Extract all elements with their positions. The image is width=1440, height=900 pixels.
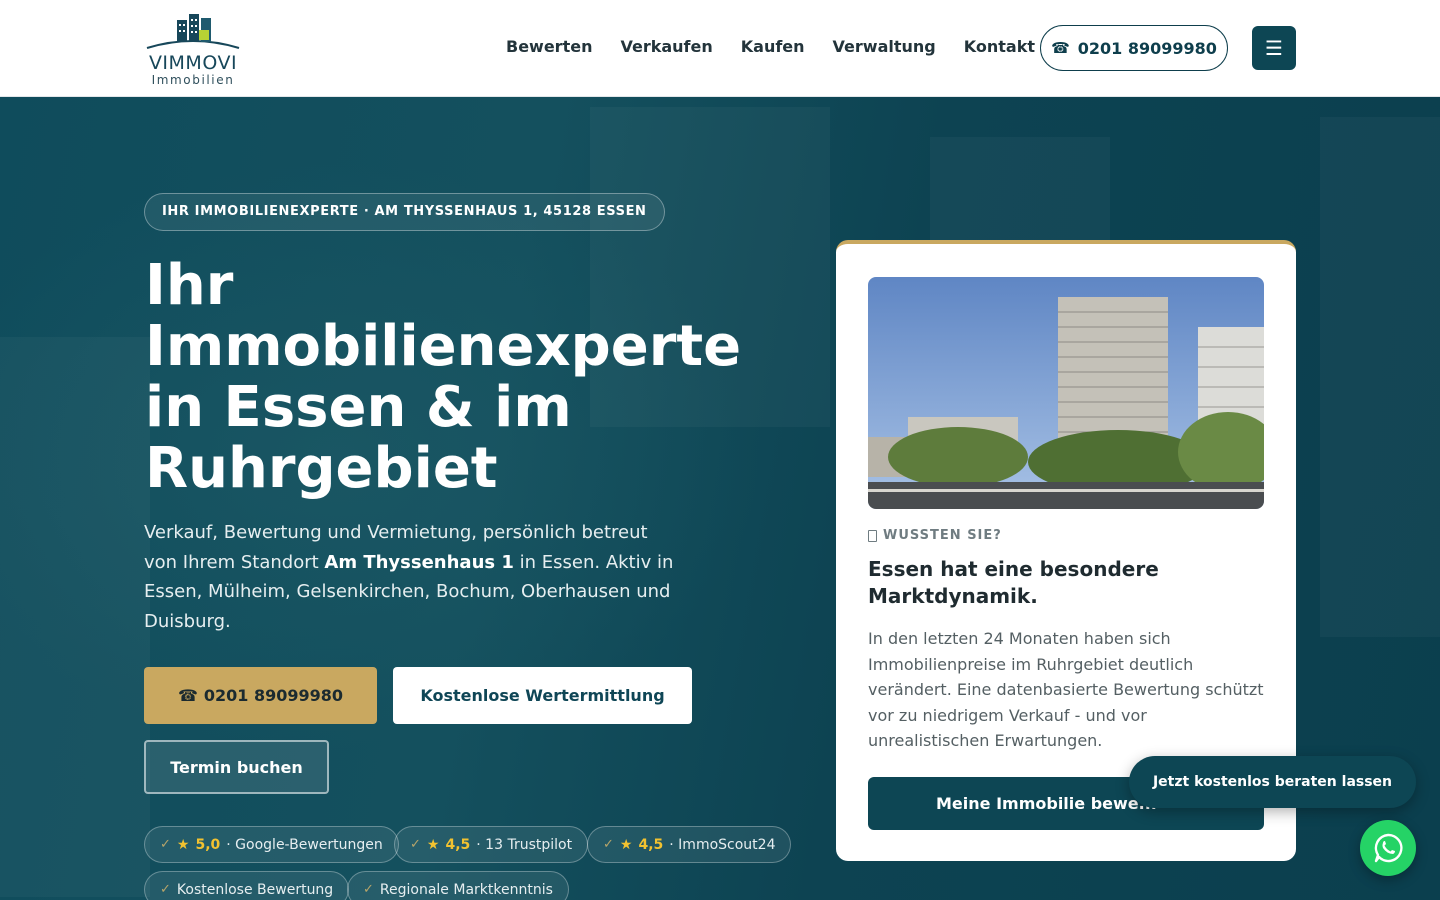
check-icon: ✓ <box>363 882 374 897</box>
background-building-shape <box>1320 117 1440 637</box>
feature-badge: ✓ Regionale Marktkenntnis <box>347 871 569 900</box>
site-header: VIMMOVI Immobilien Bewerten Verkaufen Ka… <box>0 0 1440 97</box>
main-nav: Bewerten Verkaufen Kaufen Verwaltung Kon… <box>506 36 1035 58</box>
nav-item-verkaufen[interactable]: Verkaufen <box>620 36 712 58</box>
card-title: Essen hat eine besondere Marktdynamik. <box>868 557 1159 608</box>
feature-label: Regionale Marktkenntnis <box>379 881 553 898</box>
phone-icon: ☎ <box>177 686 198 705</box>
free-valuation-button[interactable]: Kostenlose Wertermittlung <box>393 667 692 724</box>
logo[interactable]: VIMMOVI Immobilien <box>145 12 241 88</box>
rating-score: 4,5 <box>445 836 471 853</box>
check-icon: ✓ <box>410 837 421 852</box>
nav-item-kontakt[interactable]: Kontakt <box>964 36 1035 58</box>
background-building-shape <box>0 337 150 897</box>
whatsapp-icon <box>1374 833 1403 863</box>
location-badge: IHR IMMOBILIENEXPERTE · AM THYSSENHAUS 1… <box>144 193 665 231</box>
check-icon: ✓ <box>603 837 614 852</box>
nav-item-bewerten[interactable]: Bewerten <box>506 36 592 58</box>
building-logo-icon <box>146 14 240 49</box>
star-icon: ★ <box>426 836 440 853</box>
star-icon: ★ <box>176 836 190 853</box>
whatsapp-button[interactable] <box>1360 820 1416 876</box>
card-eyebrow-label: WUSSTEN SIE? <box>883 528 1002 543</box>
rating-badge-google: ✓ ★ 5,0 · Google-Bewertungen <box>144 826 399 863</box>
call-button[interactable]: ☎ 0201 89099980 <box>144 667 377 724</box>
card-eyebrow: WUSSTEN SIE? <box>868 528 1002 543</box>
check-icon: ✓ <box>160 837 171 852</box>
lightbulb-icon <box>868 529 877 542</box>
call-button-label: 0201 89099980 <box>203 686 344 705</box>
feature-badge: ✓ Kostenlose Bewertung <box>144 871 350 900</box>
essen-building-photo <box>868 277 1264 509</box>
header-phone-button[interactable]: ☎ 0201 89099980 <box>1040 25 1228 71</box>
building-photo-illustration <box>868 277 1264 509</box>
logo-subtitle: Immobilien <box>151 73 235 87</box>
hamburger-icon: ☰ <box>1265 36 1283 60</box>
feature-label: Kostenlose Bewertung <box>176 881 334 898</box>
header-phone-number: 0201 89099980 <box>1077 38 1217 58</box>
card-description: In den letzten 24 Monaten haben sich Imm… <box>868 629 1264 751</box>
nav-item-kaufen[interactable]: Kaufen <box>741 36 805 58</box>
book-appointment-button[interactable]: Termin buchen <box>144 740 329 794</box>
hero-title: Ihr Immobilienexperte in Essen & im Ruhr… <box>145 253 742 501</box>
hero-address-highlight: Am Thyssenhaus 1 <box>324 551 514 573</box>
rating-score: 5,0 <box>195 836 221 853</box>
hero-description: Verkauf, Bewertung und Vermietung, persö… <box>144 518 684 636</box>
rating-score: 4,5 <box>638 836 664 853</box>
nav-item-verwaltung[interactable]: Verwaltung <box>833 36 936 58</box>
rating-source: · 13 Trustpilot <box>476 836 573 853</box>
star-icon: ★ <box>619 836 633 853</box>
free-consultation-cta[interactable]: Jetzt kostenlos beraten lassen <box>1129 756 1416 808</box>
logo-wordmark: VIMMOVI <box>148 52 238 74</box>
rating-source: · ImmoScout24 <box>669 836 776 853</box>
rating-badge-immoscout: ✓ ★ 4,5 · ImmoScout24 <box>587 826 792 863</box>
phone-icon: ☎ <box>1051 39 1070 57</box>
menu-button[interactable]: ☰ <box>1252 26 1296 70</box>
rating-source: · Google-Bewertungen <box>226 836 383 853</box>
check-icon: ✓ <box>160 882 171 897</box>
rating-badge-trustpilot: ✓ ★ 4,5 · 13 Trustpilot <box>394 826 589 863</box>
